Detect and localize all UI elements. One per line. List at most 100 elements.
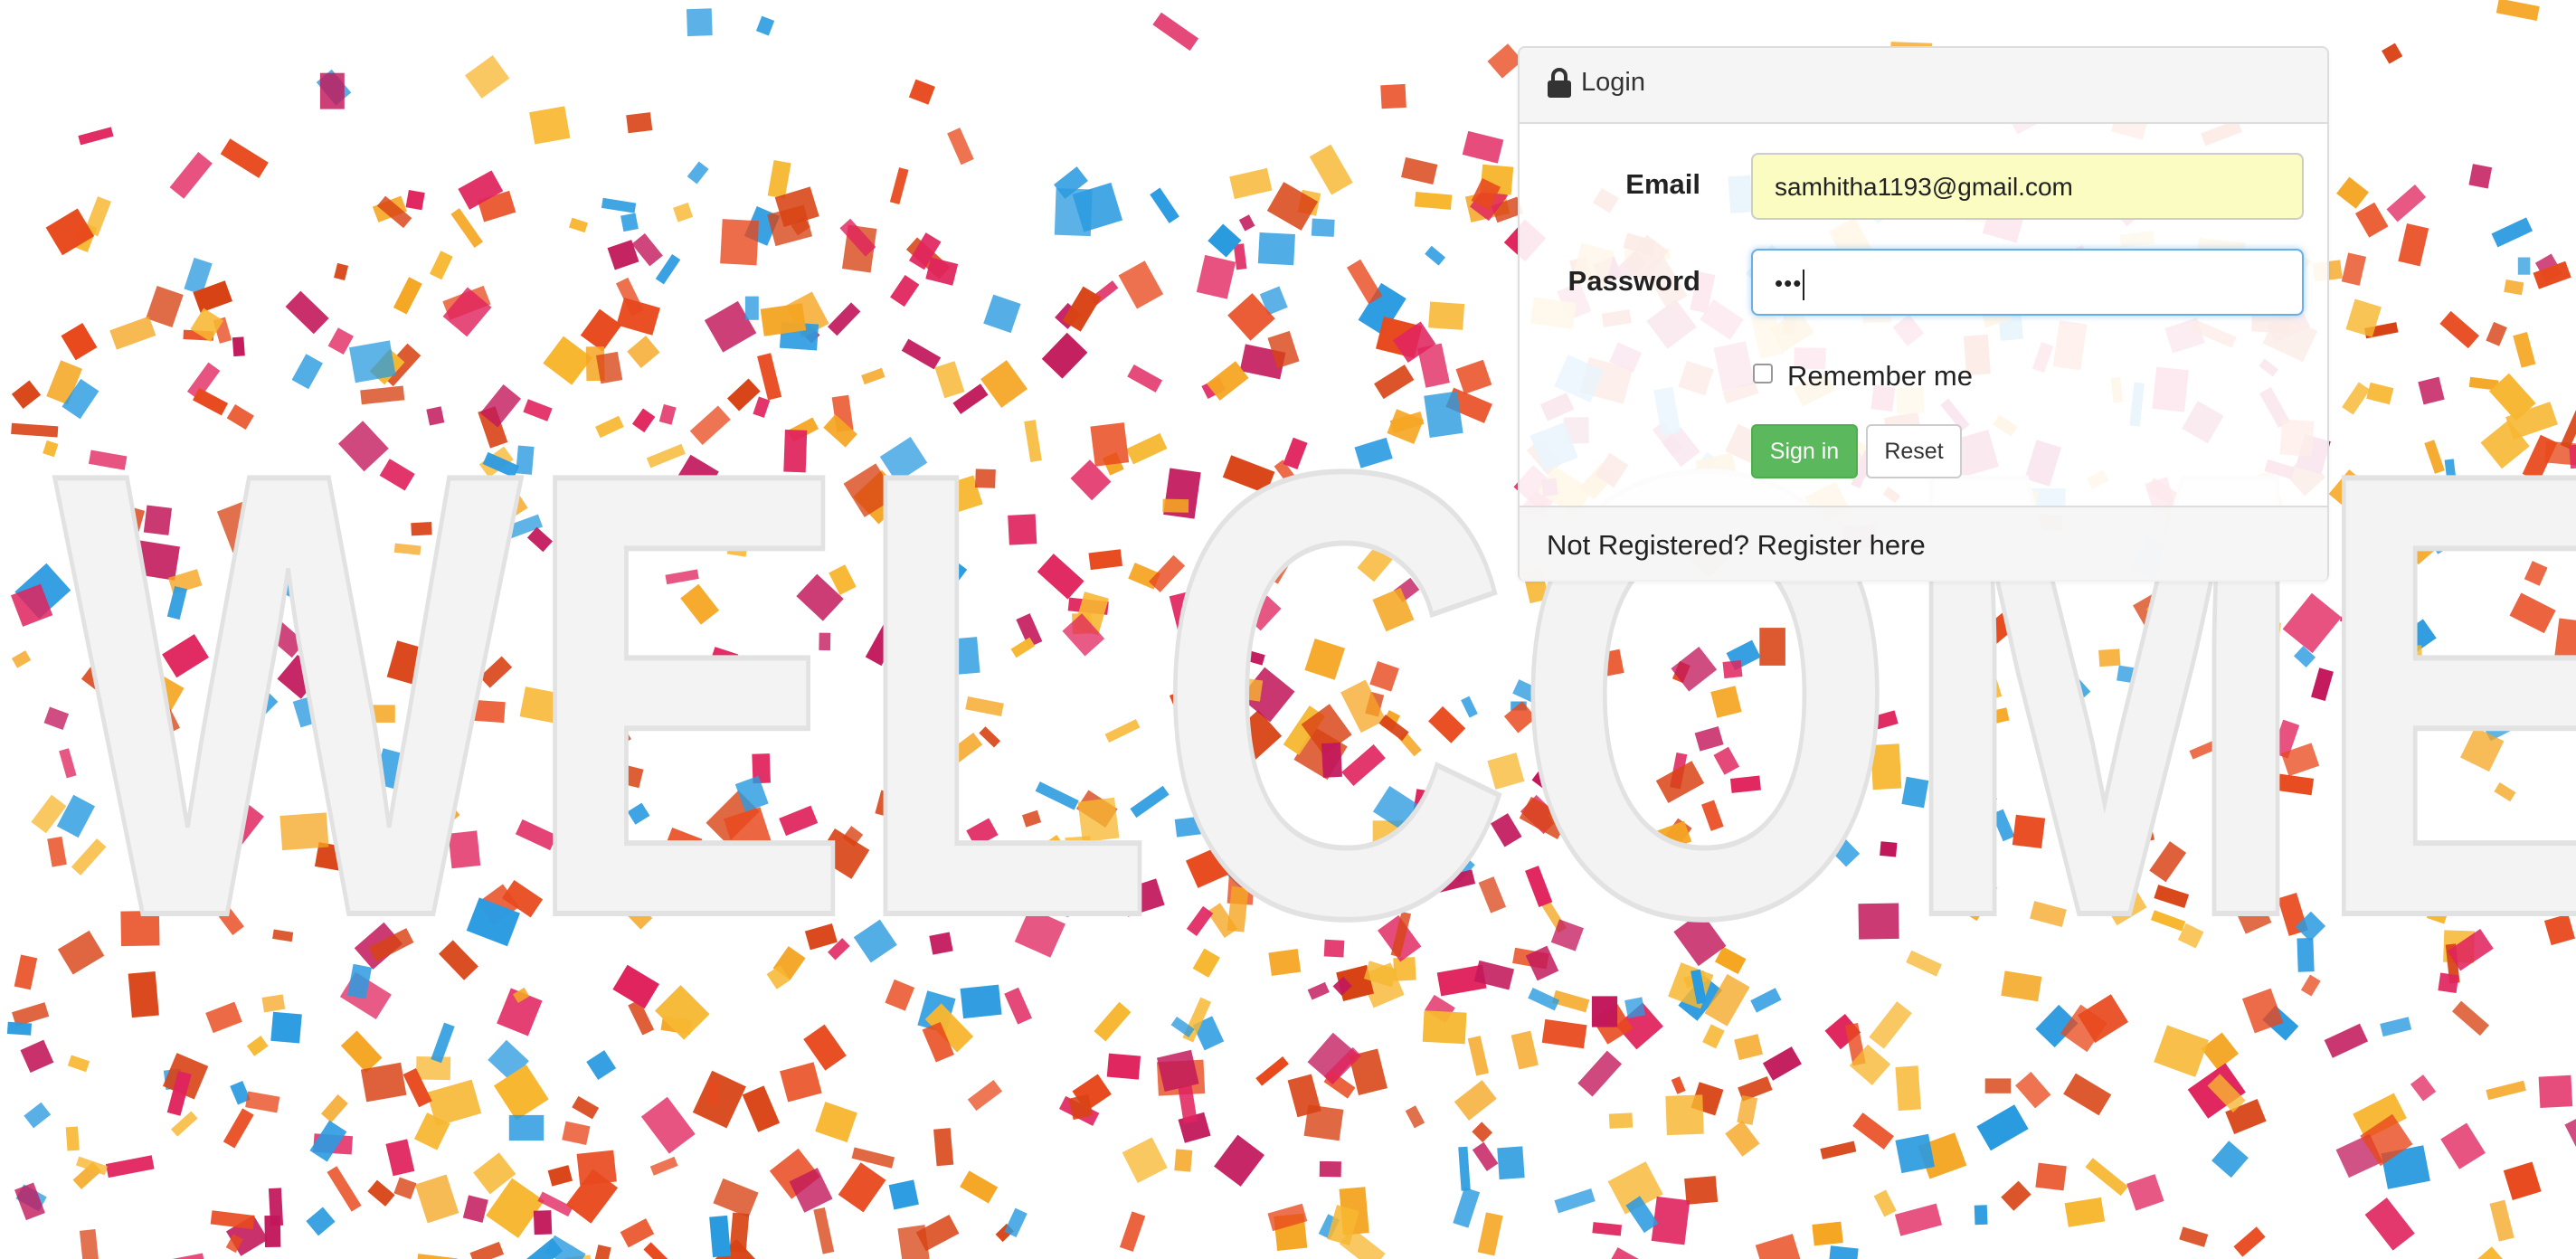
email-label: Email xyxy=(1625,168,1700,200)
confetti-piece xyxy=(1257,232,1295,266)
confetti-piece xyxy=(2336,176,2369,209)
confetti-piece xyxy=(429,251,453,280)
lock-icon xyxy=(1548,68,1571,98)
confetti-piece xyxy=(367,1179,395,1207)
confetti-piece xyxy=(1820,1141,1857,1160)
confetti-piece xyxy=(1118,260,1164,309)
confetti-piece xyxy=(220,138,269,178)
confetti-piece xyxy=(1984,1078,2012,1093)
confetti-piece xyxy=(462,1195,488,1223)
confetti-piece xyxy=(1577,1050,1623,1097)
confetti-piece xyxy=(285,290,329,335)
confetti-piece xyxy=(1895,1133,1936,1174)
confetti-piece xyxy=(1238,214,1255,232)
reset-button[interactable]: Reset xyxy=(1866,424,1962,478)
confetti-piece xyxy=(1453,1187,1481,1228)
confetti-piece xyxy=(2398,222,2429,267)
confetti-piece xyxy=(1004,1207,1028,1238)
login-panel-heading: Login xyxy=(1520,48,2327,124)
confetti-piece xyxy=(2382,43,2403,64)
confetti-piece xyxy=(1150,187,1179,223)
confetti-piece xyxy=(687,161,709,185)
confetti-piece xyxy=(2564,1113,2576,1157)
confetti-piece xyxy=(79,1228,99,1259)
confetti-piece xyxy=(14,1182,45,1221)
password-field[interactable]: ••• xyxy=(1751,249,2304,316)
confetti-piece xyxy=(319,72,345,109)
confetti-piece xyxy=(780,1062,822,1103)
confetti-piece xyxy=(24,1102,52,1129)
email-value: samhitha1193@gmail.com xyxy=(1775,173,2073,201)
confetti-piece xyxy=(2440,1122,2486,1169)
confetti-piece xyxy=(983,294,1021,334)
confetti-piece xyxy=(1309,144,1353,195)
register-link[interactable]: Not Registered? Register here xyxy=(1547,529,1926,562)
confetti-piece xyxy=(2503,1161,2542,1201)
confetti-piece xyxy=(1976,1104,2029,1151)
confetti-piece xyxy=(1472,1122,1493,1143)
confetti-piece xyxy=(2538,1074,2573,1109)
confetti-piece xyxy=(385,1139,415,1177)
confetti-piece xyxy=(2233,1226,2266,1257)
confetti-piece xyxy=(2496,0,2540,22)
confetti-piece xyxy=(547,1165,573,1187)
confetti-piece xyxy=(1401,156,1438,185)
confetti-piece xyxy=(643,1242,673,1259)
confetti-piece xyxy=(2486,1080,2526,1101)
sign-in-button[interactable]: Sign in xyxy=(1751,424,1858,478)
confetti-piece xyxy=(1472,1141,1499,1171)
confetti-piece xyxy=(1737,1094,1758,1125)
confetti-piece xyxy=(1266,182,1319,231)
confetti-piece xyxy=(1873,1189,1897,1217)
confetti-piece xyxy=(1684,1176,1719,1205)
confetti-piece xyxy=(1497,1146,1525,1180)
confetti-piece xyxy=(11,650,32,668)
remember-me-checkbox[interactable] xyxy=(1753,364,1773,383)
confetti-piece xyxy=(562,1121,591,1145)
confetti-piece xyxy=(626,112,653,134)
confetti-piece xyxy=(838,1162,886,1213)
confetti-piece xyxy=(414,1174,459,1224)
confetti-piece xyxy=(2341,252,2367,286)
confetti-piece xyxy=(1762,1046,1802,1081)
login-panel: Login Email samhitha1193@gmail.com Passw… xyxy=(1518,46,2329,582)
confetti-piece xyxy=(1812,1221,1843,1246)
confetti-piece xyxy=(1425,245,1446,266)
confetti-piece xyxy=(851,1147,895,1169)
confetti-piece xyxy=(1671,1076,1686,1094)
confetti-piece xyxy=(760,303,807,336)
confetti-piece xyxy=(393,1177,417,1200)
confetti-piece xyxy=(450,208,483,249)
confetti-piece xyxy=(707,1081,719,1105)
confetti-piece xyxy=(1477,1212,1503,1256)
confetti-piece xyxy=(655,254,681,285)
confetti-piece xyxy=(6,1021,33,1036)
confetti-piece xyxy=(2410,1074,2437,1102)
confetti-piece xyxy=(640,1096,696,1154)
confetti-piece xyxy=(11,380,42,409)
confetti-piece xyxy=(170,1111,198,1137)
confetti-piece xyxy=(1895,1065,1921,1112)
confetti-piece xyxy=(828,302,861,336)
confetti-piece xyxy=(720,219,760,266)
confetti-piece xyxy=(327,1166,362,1212)
confetti-piece xyxy=(2386,184,2427,222)
confetti-piece xyxy=(414,1254,458,1259)
confetti-piece xyxy=(1894,1203,1943,1236)
confetti-piece xyxy=(2211,1141,2249,1179)
confetti-piece xyxy=(20,1039,54,1074)
confetti-piece xyxy=(592,1245,611,1259)
confetti-piece xyxy=(2504,279,2524,296)
confetti-piece xyxy=(1347,259,1383,305)
confetti-piece xyxy=(508,1114,545,1141)
confetti-piece xyxy=(2517,257,2531,275)
confetti-piece xyxy=(306,1207,336,1236)
confetti-piece xyxy=(67,1055,90,1073)
confetti-piece xyxy=(2179,1226,2209,1247)
confetti-piece xyxy=(1725,1120,1760,1157)
email-field[interactable]: samhitha1193@gmail.com xyxy=(1751,153,2304,220)
confetti-piece xyxy=(713,1178,759,1218)
confetti-piece xyxy=(14,954,38,990)
confetti-piece xyxy=(686,8,713,37)
remember-me-label[interactable]: Remember me xyxy=(1787,360,1973,393)
